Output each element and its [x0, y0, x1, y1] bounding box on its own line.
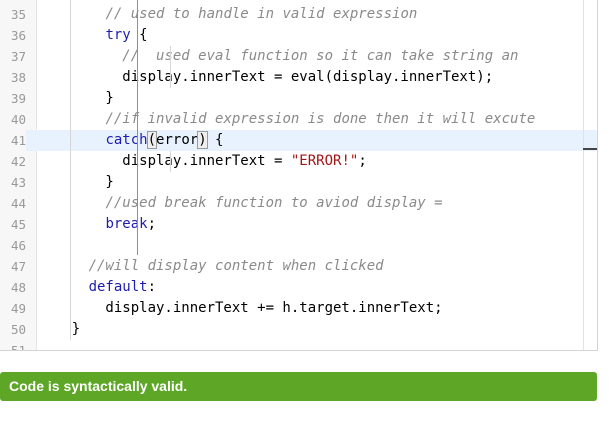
code-line[interactable]: 47 //will display content when clicked [0, 256, 597, 277]
code-text: } [38, 88, 114, 109]
code-line[interactable]: 36 try { [0, 25, 597, 46]
code-line[interactable]: 45 break; [0, 214, 597, 235]
code-line[interactable]: 35 // used to handle in valid expression [0, 4, 597, 25]
code-editor[interactable]: 35 // used to handle in valid expression… [0, 0, 598, 351]
code-text: } [38, 172, 114, 193]
code-keyword: break [105, 216, 148, 232]
code-text: } [38, 319, 80, 340]
code-line[interactable]: 50 } [0, 319, 597, 340]
code-token: display.innerText = [38, 153, 291, 169]
code-text: catch(error) { [38, 130, 223, 151]
code-token: display.innerText += h.target.innerText; [38, 300, 443, 316]
code-token: : [147, 279, 157, 295]
line-number: 50 [10, 322, 26, 337]
line-number: 37 [10, 49, 26, 64]
code-token: error [156, 132, 199, 148]
code-text: break; [38, 214, 156, 235]
code-text: display.innerText += h.target.innerText; [38, 298, 443, 319]
code-token: ; [147, 216, 157, 232]
line-number: 49 [10, 301, 26, 316]
code-keyword: catch [105, 132, 148, 148]
code-comment: //will display content when clicked [88, 258, 384, 274]
code-line-active[interactable]: 41 catch(error) { [0, 130, 597, 151]
code-text: // used to handle in valid expression [38, 4, 417, 25]
line-number: 44 [10, 196, 26, 211]
code-token: display.innerText = eval(display.innerTe… [38, 69, 494, 85]
code-token: { [130, 27, 148, 43]
code-keyword: default [88, 279, 148, 295]
code-line[interactable]: 49 display.innerText += h.target.innerTe… [0, 298, 597, 319]
code-line[interactable]: 48 default: [0, 277, 597, 298]
indent-guide [70, 0, 71, 340]
code-token: } [38, 90, 114, 106]
line-number: 40 [10, 112, 26, 127]
code-token: { [206, 132, 224, 148]
code-comment: //used break function to aviod display = [105, 195, 443, 211]
line-number: 43 [10, 175, 26, 190]
scroll-marker [583, 148, 597, 150]
code-comment: // used to handle in valid expression [105, 6, 418, 22]
indent-guide [170, 151, 171, 172]
code-text: default: [38, 277, 156, 298]
code-line[interactable]: 39 } [0, 88, 597, 109]
code-text: //used break function to aviod display = [38, 193, 443, 214]
code-comment: //if invalid expression is done then it … [105, 111, 536, 127]
indent-guide-active [137, 0, 138, 255]
code-text: //if invalid expression is done then it … [38, 109, 535, 130]
code-token: } [38, 174, 114, 190]
code-line[interactable]: 38 display.innerText = eval(display.inne… [0, 67, 597, 88]
line-number: 36 [10, 28, 26, 43]
code-keyword: try [105, 27, 131, 43]
code-comment: // used eval function so it can take str… [122, 48, 519, 64]
validation-status-bar: Code is syntactically valid. [0, 372, 597, 401]
code-token: ; [358, 153, 367, 169]
code-line[interactable]: 43 } [0, 172, 597, 193]
line-number: 35 [10, 7, 26, 22]
line-number: 38 [10, 70, 26, 85]
line-number: 41 [0, 130, 26, 151]
line-number: 45 [10, 217, 26, 232]
line-number: 46 [10, 238, 26, 253]
indent-guide [170, 46, 171, 88]
code-string: "ERROR!" [290, 153, 359, 169]
matched-bracket: ) [197, 131, 208, 149]
code-line[interactable]: 46 [0, 235, 597, 256]
code-line[interactable]: 44 //used break function to aviod displa… [0, 193, 597, 214]
code-token: } [38, 321, 81, 337]
line-number: 47 [10, 259, 26, 274]
line-number: 51 [10, 343, 26, 351]
code-text: display.innerText = "ERROR!"; [38, 151, 367, 172]
code-text: display.innerText = eval(display.innerTe… [38, 67, 493, 88]
line-number: 48 [10, 280, 26, 295]
matched-bracket: ( [146, 131, 158, 149]
code-line[interactable]: 40 //if invalid expression is done then … [0, 109, 597, 130]
line-number: 42 [10, 154, 26, 169]
code-text: //will display content when clicked [38, 256, 384, 277]
code-text: try { [38, 25, 148, 46]
line-number: 39 [10, 91, 26, 106]
print-margin [583, 0, 584, 350]
code-text: // used eval function so it can take str… [38, 46, 518, 67]
code-line[interactable]: 37 // used eval function so it can take … [0, 46, 597, 67]
code-line[interactable]: 42 display.innerText = "ERROR!"; [0, 151, 597, 172]
code-line[interactable]: 51 [0, 340, 597, 351]
